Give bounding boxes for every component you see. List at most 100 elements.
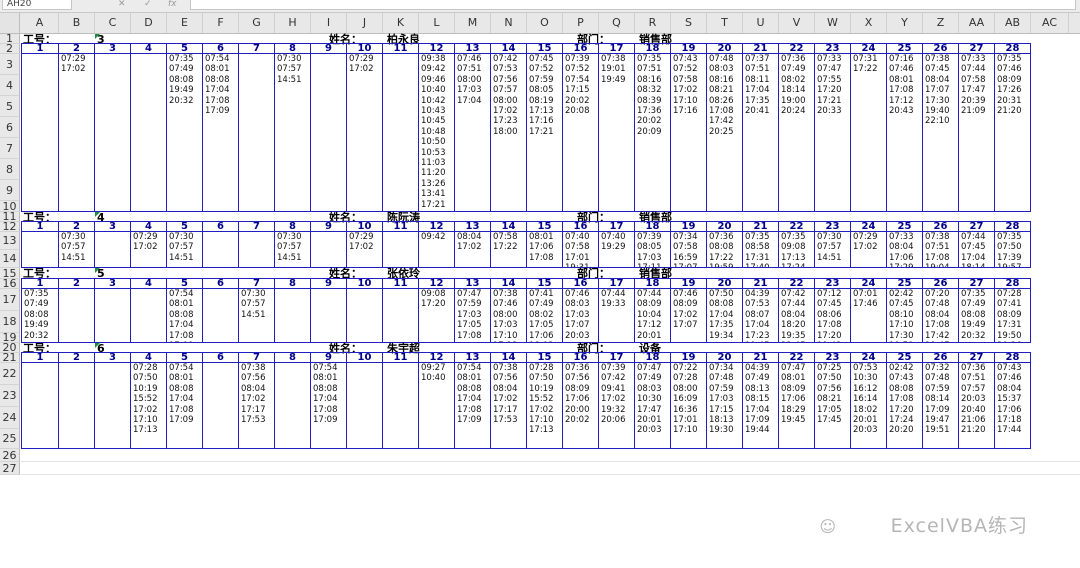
row-header-5[interactable]: 5 [0,96,20,117]
day-number-cell[interactable]: 9 [311,44,347,54]
punch-times-cell[interactable]: 07:3407:5816:5917:07 [671,232,707,268]
punch-times-cell[interactable] [21,232,59,268]
punch-times-cell[interactable]: 07:37 07:51 08:11 17:04 17:35 20:41 [743,54,779,212]
punch-times-cell[interactable]: 07:3908:0517:0317:11 [635,232,671,268]
formula-input[interactable] [190,0,1076,10]
row-header-2[interactable]: 2 [0,43,20,54]
day-number-cell[interactable]: 6 [203,44,239,54]
column-header-f[interactable]: F [203,13,239,33]
day-number-cell[interactable]: 27 [959,222,995,232]
day-number-cell[interactable]: 26 [923,44,959,54]
day-number-cell[interactable]: 2 [59,353,95,363]
punch-times-cell[interactable] [239,232,275,268]
column-header-i[interactable]: I [311,13,347,33]
day-number-cell[interactable]: 19 [671,279,707,289]
day-number-cell[interactable]: 8 [275,222,311,232]
punch-times-cell[interactable]: 04:3907:5308:0717:0417:2319:45 [743,289,779,343]
column-header-x[interactable]: X [851,13,887,33]
day-number-cell[interactable]: 17 [599,353,635,363]
row-header-12[interactable]: 12 [0,221,20,232]
punch-times-cell[interactable]: 07:30 07:57 14:51 [59,232,95,268]
punch-times-cell[interactable] [95,363,131,449]
punch-times-cell[interactable]: 07:47 07:49 08:03 10:30 17:47 20:01 20:03 [635,363,671,449]
column-header-g[interactable]: G [239,13,275,33]
column-header-o[interactable]: O [527,13,563,33]
day-number-cell[interactable]: 2 [59,222,95,232]
punch-times-cell[interactable]: 07:4107:4908:0217:0517:0618:03 [527,289,563,343]
day-number-cell[interactable]: 17 [599,44,635,54]
day-number-cell[interactable]: 15 [527,353,563,363]
day-number-cell[interactable]: 24 [851,44,887,54]
day-number-cell[interactable]: 26 [923,222,959,232]
day-number-cell[interactable]: 22 [779,222,815,232]
row-header-16[interactable]: 16 [0,278,20,289]
punch-times-cell[interactable]: 02:4207:4508:1017:1017:3019:50 [887,289,923,343]
punch-times-cell[interactable]: 07:29 17:02 [59,54,95,212]
punch-times-cell[interactable]: 07:48 08:03 08:16 08:21 08:26 17:08 17:42 20:25 [707,54,743,212]
day-number-cell[interactable]: 13 [455,44,491,54]
row-header-26[interactable]: 26 [0,449,20,462]
punch-times-cell[interactable]: 07:34 07:48 07:59 17:03 17:15 18:13 19:30 [707,363,743,449]
column-header-ab[interactable]: AB [995,13,1031,33]
day-number-cell[interactable]: 16 [563,44,599,54]
punch-times-cell[interactable]: 07:35 07:49 08:08 19:49 20:32 [959,289,995,343]
day-number-cell[interactable]: 22 [779,353,815,363]
punch-times-cell[interactable]: 07:29 17:02 [851,232,887,268]
day-number-cell[interactable]: 10 [347,279,383,289]
punch-times-cell[interactable]: 07:38 07:56 08:04 17:02 17:17 17:53 [491,363,527,449]
punch-times-cell[interactable]: 07:46 07:51 08:00 17:03 17:04 [455,54,491,212]
day-number-cell[interactable]: 20 [707,353,743,363]
day-number-cell[interactable]: 28 [995,44,1031,54]
column-header-m[interactable]: M [455,13,491,33]
day-number-cell[interactable]: 19 [671,44,707,54]
day-number-cell[interactable]: 17 [599,279,635,289]
column-header-z[interactable]: Z [923,13,959,33]
day-number-cell[interactable]: 6 [203,353,239,363]
punch-times-cell[interactable]: 07:40 19:29 [599,232,635,268]
column-header-t[interactable]: T [707,13,743,33]
day-number-cell[interactable]: 25 [887,44,923,54]
punch-times-cell[interactable]: 07:4007:5817:0119:31 [563,232,599,268]
day-number-cell[interactable]: 3 [95,222,131,232]
day-number-cell[interactable]: 8 [275,279,311,289]
day-number-cell[interactable]: 20 [707,279,743,289]
day-number-cell[interactable]: 23 [815,279,851,289]
punch-times-cell[interactable]: 07:30 07:57 14:51 [275,232,311,268]
day-number-cell[interactable]: 21 [743,44,779,54]
punch-times-cell[interactable]: 07:36 07:51 07:57 20:03 20:40 21:06 21:20 [959,363,995,449]
punch-times-cell[interactable]: 07:5408:0108:0817:0417:0817:09 [311,363,347,449]
column-header-b[interactable]: B [59,13,95,33]
day-number-cell[interactable]: 4 [131,222,167,232]
day-number-cell[interactable]: 8 [275,44,311,54]
punch-times-cell[interactable]: 07:2007:4808:0417:0817:4219:47 [923,289,959,343]
punch-times-cell[interactable]: 07:38 07:56 08:04 17:02 17:17 17:53 [239,363,275,449]
punch-times-cell[interactable]: 07:39 07:52 07:54 17:15 20:02 20:08 [563,54,599,212]
punch-times-cell[interactable]: 07:28 07:50 10:19 15:52 17:02 17:10 17:13 [131,363,167,449]
day-number-cell[interactable]: 27 [959,44,995,54]
day-number-cell[interactable]: 19 [671,222,707,232]
row-header-13[interactable]: 13 [0,232,20,250]
punch-times-cell[interactable]: 07:30 07:57 14:51 [275,54,311,212]
column-header-w[interactable]: W [815,13,851,33]
day-number-cell[interactable]: 3 [95,279,131,289]
column-header-a[interactable]: A [21,13,59,33]
day-number-cell[interactable]: 26 [923,353,959,363]
day-number-cell[interactable]: 15 [527,279,563,289]
day-number-cell[interactable]: 6 [203,222,239,232]
column-header-v[interactable]: V [779,13,815,33]
day-number-cell[interactable]: 7 [239,279,275,289]
punch-times-cell[interactable]: 07:29 17:02 [131,232,167,268]
punch-times-cell[interactable]: 07:35 07:49 08:08 19:49 20:32 [167,54,203,212]
column-header-q[interactable]: Q [599,13,635,33]
punch-times-cell[interactable]: 07:53 10:30 16:12 16:14 18:02 20:01 20:03 [851,363,887,449]
punch-times-cell[interactable] [275,289,311,343]
day-number-cell[interactable]: 14 [491,353,527,363]
punch-times-cell[interactable]: 07:36 07:56 08:09 17:06 20:00 20:02 [563,363,599,449]
column-header-e[interactable]: E [167,13,203,33]
day-number-cell[interactable]: 25 [887,353,923,363]
punch-times-cell[interactable] [203,232,239,268]
punch-times-cell[interactable]: 09:42 [419,232,455,268]
punch-times-cell[interactable] [203,289,239,343]
column-header-n[interactable]: N [491,13,527,33]
day-number-cell[interactable]: 27 [959,353,995,363]
